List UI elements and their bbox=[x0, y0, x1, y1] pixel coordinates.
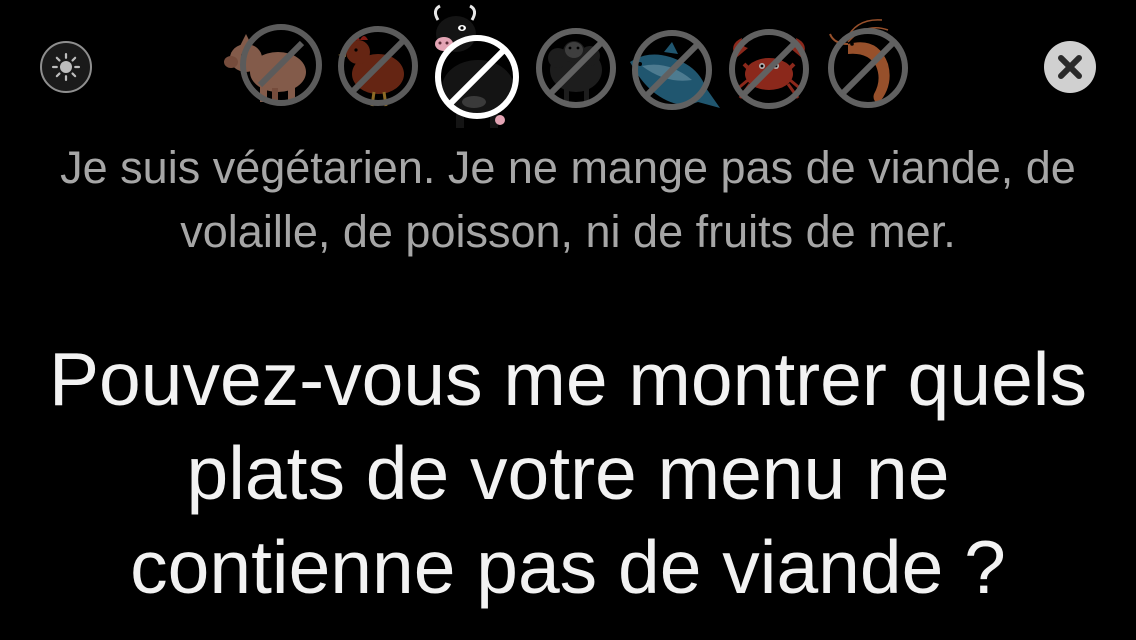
cow-icon bbox=[433, 4, 519, 128]
brightness-button[interactable] bbox=[40, 41, 92, 93]
app-screen: Je suis végétarien. Je ne mange pas de v… bbox=[0, 0, 1136, 640]
shrimp-icon bbox=[818, 14, 914, 110]
chicken-icon bbox=[330, 22, 420, 110]
question-text: Pouvez-vous me montrer quels plats de vo… bbox=[49, 337, 1087, 609]
restriction-sheep[interactable] bbox=[530, 26, 620, 110]
sun-icon bbox=[51, 52, 81, 82]
sheep-icon bbox=[530, 26, 620, 110]
restriction-shrimp[interactable] bbox=[818, 14, 914, 110]
restriction-pig[interactable] bbox=[216, 18, 326, 110]
close-button[interactable] bbox=[1044, 41, 1096, 93]
dietary-statement: Je suis végétarien. Je ne mange pas de v… bbox=[60, 142, 1076, 257]
restriction-chicken[interactable] bbox=[330, 22, 420, 110]
restriction-cow[interactable] bbox=[416, 2, 536, 132]
fish-icon bbox=[624, 30, 724, 122]
close-icon bbox=[1058, 55, 1082, 79]
restriction-fish[interactable] bbox=[624, 30, 724, 122]
crab-icon bbox=[724, 28, 814, 110]
restriction-crab[interactable] bbox=[724, 28, 814, 110]
pig-icon bbox=[216, 18, 326, 110]
